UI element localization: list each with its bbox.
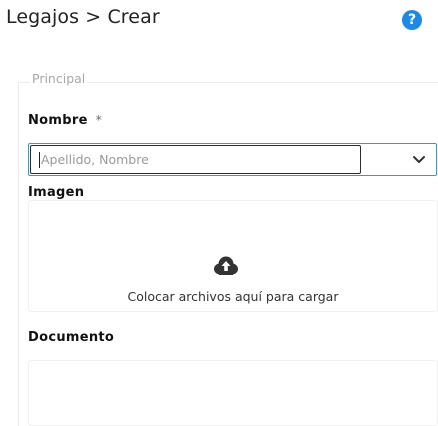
nombre-placeholder: Apellido, Nombre [41, 152, 149, 167]
dropzone-text: Colocar archivos aquí para cargar [127, 289, 339, 304]
cloud-upload-icon [214, 256, 238, 275]
breadcrumb-title: Legajos > Crear [6, 6, 160, 28]
nombre-label-text: Nombre [28, 113, 88, 128]
documento-label: Documento [28, 330, 115, 345]
text-caret [39, 152, 40, 168]
chevron-down-icon[interactable] [409, 150, 429, 170]
help-icon[interactable]: ? [402, 10, 422, 30]
imagen-label: Imagen [28, 185, 85, 200]
nombre-select[interactable]: Apellido, Nombre [28, 143, 437, 176]
required-star: * [95, 113, 103, 127]
nombre-label: Nombre * [28, 113, 102, 128]
image-dropzone[interactable]: Colocar archivos aquí para cargar [28, 200, 438, 312]
page-header: Legajos > Crear ? [0, 0, 438, 44]
nombre-input[interactable]: Apellido, Nombre [30, 145, 361, 174]
documento-field[interactable] [28, 360, 438, 426]
section-legend: Principal [30, 71, 88, 86]
